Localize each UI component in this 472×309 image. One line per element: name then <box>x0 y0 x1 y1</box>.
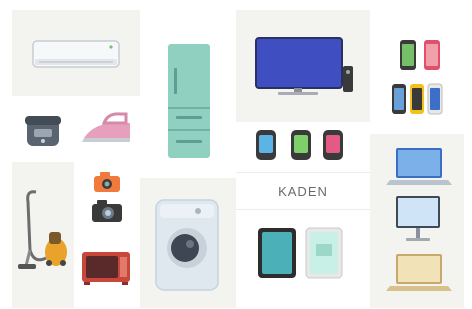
television-panel <box>236 10 370 122</box>
washing-machine-icon <box>155 199 219 291</box>
computers-panel <box>370 134 464 308</box>
vacuum-cleaner-icon <box>18 190 67 269</box>
iron-panel <box>74 96 140 162</box>
rice-cooker-icon <box>25 116 61 146</box>
tablets-icon <box>258 227 343 279</box>
laptop-gold-icon <box>386 254 452 291</box>
microwave-icon <box>82 252 130 285</box>
microwave-panel <box>74 234 140 308</box>
vacuum-panel <box>12 162 74 308</box>
refrigerator-icon <box>168 44 210 158</box>
washing-machine-panel <box>140 178 236 308</box>
refrigerator-panel <box>140 10 236 178</box>
brand-panel: KADEN <box>236 172 370 210</box>
air-conditioner-panel <box>12 10 140 96</box>
smartwatches-icon <box>256 130 343 160</box>
television-icon <box>255 37 353 95</box>
brand-label: KADEN <box>278 183 328 199</box>
smartphones-panel <box>370 10 464 134</box>
tablets-panel <box>236 210 370 308</box>
smartphones-icon <box>392 40 443 115</box>
air-conditioner-icon <box>32 40 120 68</box>
iron-icon <box>82 112 130 142</box>
cameras-panel <box>74 162 140 234</box>
cameras-icon <box>92 172 122 222</box>
smartwatches-panel <box>236 122 370 172</box>
rice-cooker-panel <box>12 96 74 162</box>
